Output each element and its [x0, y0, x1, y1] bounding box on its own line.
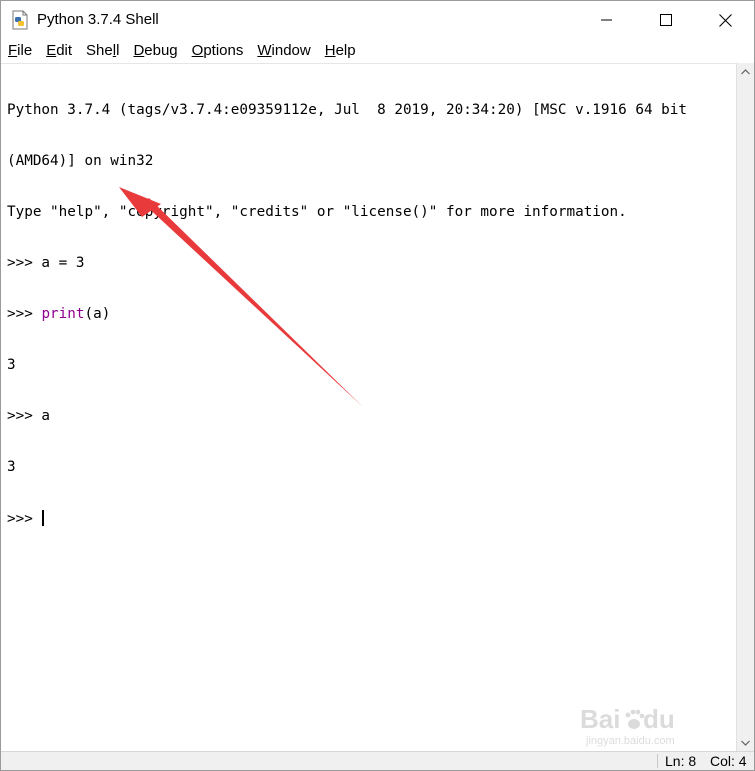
- menu-help[interactable]: Help: [319, 39, 362, 63]
- banner-line-2: (AMD64)] on win32: [7, 153, 154, 169]
- minimize-icon: [601, 19, 612, 21]
- title-bar[interactable]: Python 3.7.4 Shell: [1, 1, 754, 39]
- menu-bar: File Edit Shell Debug Options Window Hel…: [1, 39, 754, 63]
- text-cursor: [42, 510, 45, 526]
- banner-line-3: Type "help", "copyright", "credits" or "…: [7, 204, 627, 220]
- maximize-button[interactable]: [637, 1, 695, 39]
- minimize-button[interactable]: [578, 1, 636, 39]
- input-line-assign: >>> a = 3: [7, 255, 85, 271]
- shell-text-area[interactable]: Python 3.7.4 (tags/v3.7.4:e09359112e, Ju…: [1, 63, 736, 751]
- paw-icon: [625, 709, 645, 729]
- menu-edit[interactable]: Edit: [40, 39, 78, 63]
- input-line-print: >>> print(a): [7, 306, 736, 323]
- menu-file[interactable]: File: [1, 39, 38, 63]
- menu-shell[interactable]: Shell: [80, 39, 125, 63]
- menu-options[interactable]: Options: [186, 39, 250, 63]
- idle-shell-window: Python 3.7.4 Shell File Edit Shell Debug…: [0, 0, 755, 771]
- maximize-icon: [660, 14, 672, 26]
- print-args: (a): [84, 306, 111, 322]
- current-prompt-line[interactable]: >>>: [7, 510, 736, 527]
- status-column-number: Col: 4: [710, 753, 747, 769]
- svg-text:Bai: Bai: [580, 704, 620, 734]
- scroll-up-arrow-icon: [741, 68, 750, 74]
- baidu-watermark: Bai du jingyan.baidu.com: [580, 704, 675, 747]
- status-bar: Ln: 8 Col: 4: [1, 751, 754, 770]
- output-line-1: 3: [7, 357, 16, 373]
- scroll-up-button[interactable]: [737, 63, 754, 80]
- svg-text:jingyan.baidu.com: jingyan.baidu.com: [585, 735, 675, 747]
- banner-line-1: Python 3.7.4 (tags/v3.7.4:e09359112e, Ju…: [7, 102, 687, 118]
- scroll-down-arrow-icon: [741, 740, 750, 746]
- scroll-down-button[interactable]: [737, 734, 754, 751]
- status-line-number: Ln: 8: [665, 753, 697, 769]
- prompt: >>>: [7, 306, 42, 322]
- window-title: Python 3.7.4 Shell: [37, 11, 159, 28]
- menu-debug[interactable]: Debug: [127, 39, 183, 63]
- python-file-icon: [12, 10, 28, 30]
- status-separator: [657, 754, 658, 768]
- vertical-scrollbar[interactable]: [736, 63, 754, 751]
- output-line-2: 3: [7, 459, 16, 475]
- svg-text:du: du: [643, 704, 675, 734]
- close-icon: [718, 13, 732, 27]
- prompt: >>>: [7, 511, 42, 527]
- close-button[interactable]: [696, 1, 754, 39]
- input-line-a: >>> a: [7, 408, 51, 424]
- print-keyword: print: [41, 306, 85, 322]
- menu-window[interactable]: Window: [251, 39, 316, 63]
